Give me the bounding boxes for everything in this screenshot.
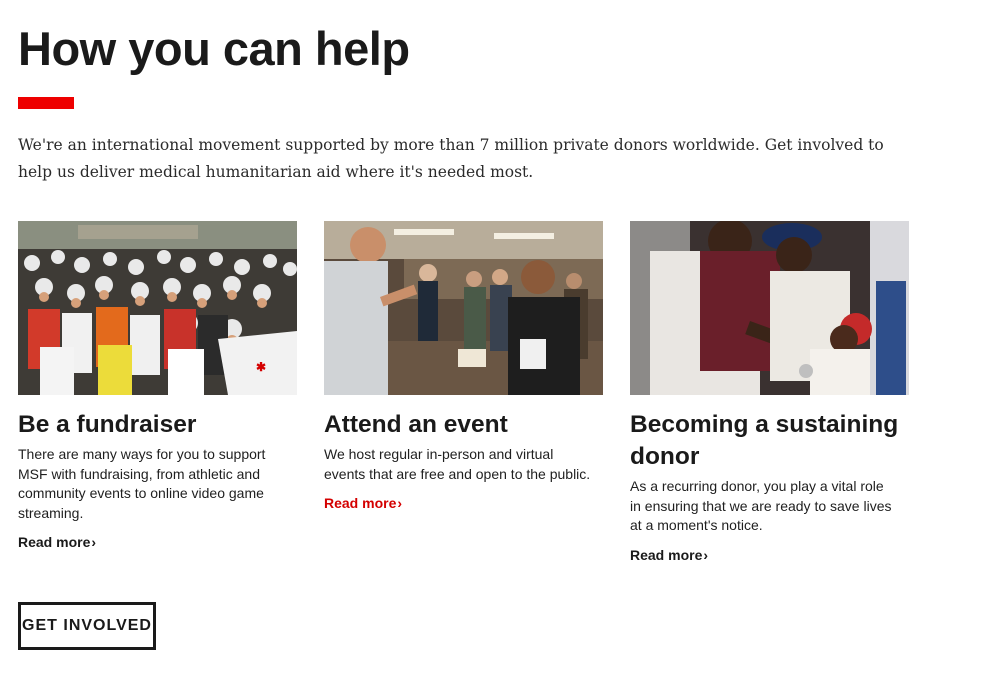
card-title: Be a fundraiser — [18, 411, 197, 438]
card-fundraiser: ✱ Be a fundraiser There are many ways fo… — [18, 221, 298, 552]
card-event: Attend an event We host regular in-perso… — [324, 221, 604, 513]
title-accent-bar — [18, 97, 74, 109]
read-more-link-event[interactable]: Read more› — [324, 494, 402, 512]
read-more-link-fundraiser[interactable]: Read more› — [18, 533, 96, 551]
card-description: As a recurring donor, you play a vital r… — [630, 478, 892, 534]
read-more-link-sustaining-donor[interactable]: Read more› — [630, 546, 708, 564]
intro-text: We're an international movement supporte… — [18, 136, 884, 181]
sustaining-donor-image[interactable] — [630, 221, 909, 395]
read-more-label: Read more — [324, 495, 397, 512]
read-more-label: Read more — [18, 534, 91, 551]
page-title: How you can help — [18, 22, 410, 75]
card-sustaining-donor: Becoming a sustaining donor As a recurri… — [630, 221, 910, 565]
get-involved-button[interactable]: GET INVOLVED — [18, 602, 156, 650]
card-description: There are many ways for you to support M… — [18, 446, 266, 521]
read-more-label: Read more — [630, 546, 703, 563]
card-description: We host regular in-person and virtual ev… — [324, 446, 591, 482]
card-title: Attend an event — [324, 411, 508, 438]
svg-text:✱: ✱ — [256, 360, 266, 374]
event-image[interactable] — [324, 221, 603, 395]
chevron-right-icon: › — [91, 534, 97, 551]
chevron-right-icon: › — [397, 495, 403, 512]
chevron-right-icon: › — [703, 546, 709, 563]
fundraiser-image[interactable]: ✱ — [18, 221, 297, 395]
card-title: Becoming a sustaining donor — [630, 411, 899, 470]
